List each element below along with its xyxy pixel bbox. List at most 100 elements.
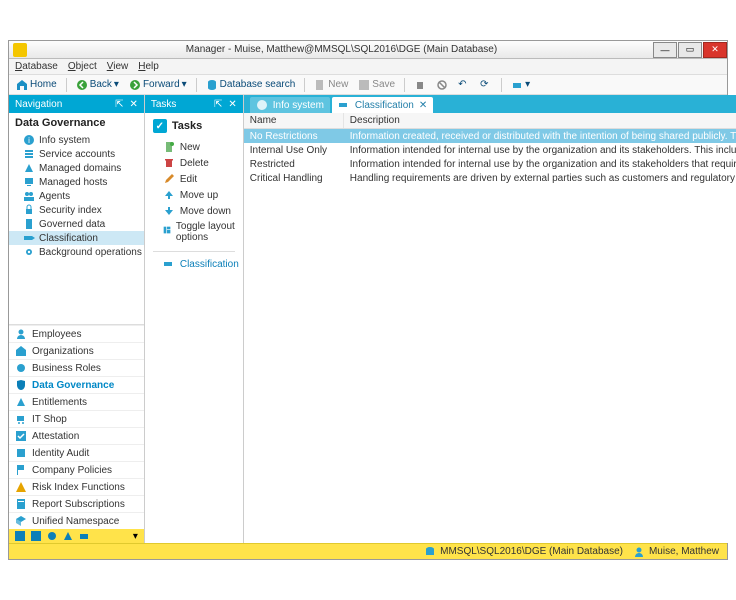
print-button[interactable]: ▾ xyxy=(508,78,533,92)
tree-item-label: Background operations xyxy=(39,247,142,258)
nav-tree-item[interactable]: iInfo system xyxy=(9,133,144,147)
nav-tree-item[interactable]: Governed data xyxy=(9,217,144,231)
footer-icon[interactable] xyxy=(79,531,89,541)
task-item[interactable]: New xyxy=(145,139,243,155)
discard-button[interactable] xyxy=(433,78,451,92)
people-icon xyxy=(23,190,35,202)
back-icon xyxy=(76,79,88,91)
table-row[interactable]: No RestrictionsInformation created, rece… xyxy=(244,129,736,143)
pin-icon[interactable]: ⇱ xyxy=(214,99,222,110)
pin-icon[interactable]: ⇱ xyxy=(115,99,123,110)
tree-item-label: Service accounts xyxy=(39,149,115,160)
nav-section-item[interactable]: Risk Index Functions xyxy=(9,478,144,495)
db-icon xyxy=(424,546,436,558)
tab-classification[interactable]: Classification ✕ xyxy=(332,97,433,113)
column-name[interactable]: Name xyxy=(244,113,344,128)
back-button[interactable]: Back ▾ xyxy=(73,78,122,92)
nav-section-item[interactable]: Attestation xyxy=(9,427,144,444)
menu-object[interactable]: Object xyxy=(68,61,97,72)
dropdown-icon: ▾ xyxy=(114,79,119,90)
tree-item-label: Info system xyxy=(39,135,90,146)
nav-tree-item[interactable]: Classification xyxy=(9,231,144,245)
tab-info-system[interactable]: Info system xyxy=(250,97,330,113)
task-item[interactable]: Move up xyxy=(145,187,243,203)
nav-tree-item[interactable]: Background operations xyxy=(9,245,144,259)
menu-database[interactable]: Database xyxy=(15,61,58,72)
cell-description: Information intended for internal use by… xyxy=(344,145,736,156)
triangle-icon xyxy=(15,396,27,408)
navigation-header-label: Navigation xyxy=(15,99,62,110)
stack-icon xyxy=(23,148,35,160)
maximize-button[interactable]: ▭ xyxy=(678,42,702,58)
tag-icon xyxy=(163,258,175,270)
nav-section-item[interactable]: Company Policies xyxy=(9,461,144,478)
forward-label: Forward xyxy=(143,79,180,90)
refresh-icon: ⟳ xyxy=(480,79,492,91)
column-description[interactable]: Description xyxy=(344,113,736,128)
overflow-icon[interactable]: ▾ xyxy=(133,531,138,542)
risk-icon xyxy=(15,481,27,493)
nav-sections: Employees OrganizationsBusiness RolesData… xyxy=(9,324,144,529)
footer-icon[interactable] xyxy=(31,531,41,541)
nav-tree-item[interactable]: Agents xyxy=(9,189,144,203)
close-panel-icon[interactable]: ✕ xyxy=(228,99,236,110)
report-icon xyxy=(15,498,27,510)
tab-close-icon[interactable]: ✕ xyxy=(419,100,427,111)
main-area: Navigation ⇱ ✕ Data Governance iInfo syst… xyxy=(9,95,727,543)
doc-icon xyxy=(23,218,35,230)
footer-icon[interactable] xyxy=(63,531,73,541)
home-icon xyxy=(16,79,28,91)
nav-section-item[interactable]: Report Subscriptions xyxy=(9,495,144,512)
undo-button[interactable]: ↶ xyxy=(455,78,473,92)
nav-section-item[interactable]: Unified Namespace xyxy=(9,512,144,529)
task-item[interactable]: Toggle layout options xyxy=(145,219,243,245)
nav-section-item[interactable]: Employees xyxy=(9,325,144,342)
dropdown-icon: ▾ xyxy=(182,79,187,90)
minimize-button[interactable]: — xyxy=(653,42,677,58)
person-icon xyxy=(633,546,645,558)
check-icon xyxy=(15,430,27,442)
nav-section-item[interactable]: Entitlements xyxy=(9,393,144,410)
home-button[interactable]: Home xyxy=(13,78,60,92)
dropdown-icon: ▾ xyxy=(525,79,530,90)
nav-footer: ▾ xyxy=(9,529,144,543)
nav-tree-item[interactable]: Managed domains xyxy=(9,161,144,175)
footer-icon[interactable] xyxy=(15,531,25,541)
nav-section-item[interactable]: Data Governance xyxy=(9,376,144,393)
up-icon xyxy=(163,189,175,201)
back-label: Back xyxy=(90,79,112,90)
task-item[interactable]: Edit xyxy=(145,171,243,187)
close-panel-icon[interactable]: ✕ xyxy=(129,99,137,110)
close-button[interactable]: ✕ xyxy=(703,42,727,58)
nav-section-item[interactable]: IT Shop xyxy=(9,410,144,427)
save-icon xyxy=(358,79,370,91)
dbsearch-button[interactable]: Database search xyxy=(203,78,299,92)
cell-description: Information intended for internal use by… xyxy=(344,159,736,170)
table-row[interactable]: RestrictedInformation intended for inter… xyxy=(244,157,736,171)
menu-help[interactable]: Help xyxy=(138,61,159,72)
nav-tree-item[interactable]: Service accounts xyxy=(9,147,144,161)
task-classification-link[interactable]: Classification xyxy=(145,256,243,272)
home-label: Home xyxy=(30,79,57,90)
table-row[interactable]: Critical HandlingHandling requirements a… xyxy=(244,171,736,185)
table-row[interactable]: Internal Use OnlyInformation intended fo… xyxy=(244,143,736,157)
status-bar: MMSQL\SQL2016\DGE (Main Database) Muise,… xyxy=(9,543,727,559)
menu-view[interactable]: View xyxy=(107,61,129,72)
tab-label: Info system xyxy=(273,100,324,111)
nav-section-item[interactable]: Business Roles xyxy=(9,359,144,376)
tasks-panel: Tasks ⇱✕ ✓ Tasks NewDeleteEditMove upMov… xyxy=(145,95,244,543)
delete-toolbar-button[interactable] xyxy=(411,78,429,92)
task-item[interactable]: Delete xyxy=(145,155,243,171)
nav-tree-item[interactable]: Managed hosts xyxy=(9,175,144,189)
footer-icon[interactable] xyxy=(47,531,57,541)
save-button[interactable]: Save xyxy=(355,78,398,92)
task-label: Move up xyxy=(180,190,218,201)
nav-section-item[interactable]: Identity Audit xyxy=(9,444,144,461)
nav-section-label: Employees xyxy=(32,329,81,340)
nav-tree-item[interactable]: Security index xyxy=(9,203,144,217)
task-item[interactable]: Move down xyxy=(145,203,243,219)
refresh-button[interactable]: ⟳ xyxy=(477,78,495,92)
nav-section-item[interactable]: Organizations xyxy=(9,342,144,359)
forward-button[interactable]: Forward ▾ xyxy=(126,78,190,92)
new-button[interactable]: New xyxy=(311,78,351,92)
